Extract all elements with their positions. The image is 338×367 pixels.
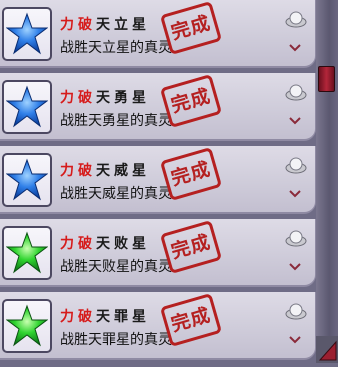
- stamp-text: 完成: [168, 84, 214, 118]
- title-star-name: 天勇星: [96, 90, 150, 106]
- stamp-text: 完成: [168, 303, 214, 337]
- achievement-row[interactable]: 力破天立星 战胜天立星的真灵 完成: [0, 0, 316, 68]
- chevron-down-icon[interactable]: [289, 263, 301, 271]
- title-star-name: 天威星: [96, 163, 150, 179]
- achievement-title: 力破天勇星: [60, 87, 150, 107]
- blue-star-icon: [6, 12, 48, 55]
- complete-stamp: 完成: [159, 291, 223, 348]
- title-star-name: 天败星: [96, 236, 150, 252]
- star-icon-frame: [2, 153, 52, 207]
- achievement-row[interactable]: 力破天败星 战胜天败星的真灵 完成: [0, 219, 316, 287]
- blue-star-icon: [6, 158, 48, 201]
- complete-stamp: 完成: [159, 218, 223, 275]
- star-icon-frame: [2, 299, 52, 353]
- achievement-description: 战胜天威星的真灵: [60, 186, 172, 202]
- achievement-title: 力破天罪星: [60, 306, 150, 326]
- achievement-description: 战胜天败星的真灵: [60, 259, 172, 275]
- achievement-title: 力破天败星: [60, 233, 150, 253]
- achievement-title: 力破天威星: [60, 160, 150, 180]
- title-prefix: 力破: [60, 17, 96, 33]
- green-star-icon: [6, 304, 48, 347]
- title-star-name: 天立星: [96, 17, 150, 33]
- achievement-description: 战胜天立星的真灵: [60, 40, 172, 56]
- silver-ingot-icon[interactable]: [285, 10, 307, 28]
- star-icon-frame: [2, 226, 52, 280]
- title-prefix: 力破: [60, 90, 96, 106]
- chevron-down-icon[interactable]: [289, 190, 301, 198]
- chevron-down-icon[interactable]: [289, 336, 301, 344]
- resize-corner[interactable]: [316, 336, 338, 363]
- achievement-row[interactable]: 力破天勇星 战胜天勇星的真灵 完成: [0, 73, 316, 141]
- achievement-list: 力破天立星 战胜天立星的真灵 完成 力破天勇星 战胜天勇星的真灵 完成 力破天威…: [0, 0, 316, 363]
- title-star-name: 天罪星: [96, 309, 150, 325]
- stamp-text: 完成: [168, 157, 214, 191]
- stamp-text: 完成: [168, 230, 214, 264]
- achievement-row[interactable]: 力破天罪星 战胜天罪星的真灵 完成: [0, 292, 316, 360]
- complete-stamp: 完成: [159, 72, 223, 129]
- blue-star-icon: [6, 85, 48, 128]
- achievement-description: 战胜天罪星的真灵: [60, 332, 172, 348]
- complete-stamp: 完成: [159, 145, 223, 202]
- title-prefix: 力破: [60, 236, 96, 252]
- resize-handle-icon: [318, 340, 337, 361]
- green-star-icon: [6, 231, 48, 274]
- scroll-thumb[interactable]: [318, 66, 335, 92]
- stamp-text: 完成: [168, 11, 214, 45]
- silver-ingot-icon[interactable]: [285, 229, 307, 247]
- achievement-description: 战胜天勇星的真灵: [60, 113, 172, 129]
- title-prefix: 力破: [60, 309, 96, 325]
- chevron-down-icon[interactable]: [289, 44, 301, 52]
- title-prefix: 力破: [60, 163, 96, 179]
- achievement-title: 力破天立星: [60, 14, 150, 34]
- silver-ingot-icon[interactable]: [285, 302, 307, 320]
- complete-stamp: 完成: [159, 0, 223, 57]
- chevron-down-icon[interactable]: [289, 117, 301, 125]
- star-icon-frame: [2, 7, 52, 61]
- silver-ingot-icon[interactable]: [285, 156, 307, 174]
- scrollbar[interactable]: [316, 0, 338, 363]
- silver-ingot-icon[interactable]: [285, 83, 307, 101]
- achievement-row[interactable]: 力破天威星 战胜天威星的真灵 完成: [0, 146, 316, 214]
- star-icon-frame: [2, 80, 52, 134]
